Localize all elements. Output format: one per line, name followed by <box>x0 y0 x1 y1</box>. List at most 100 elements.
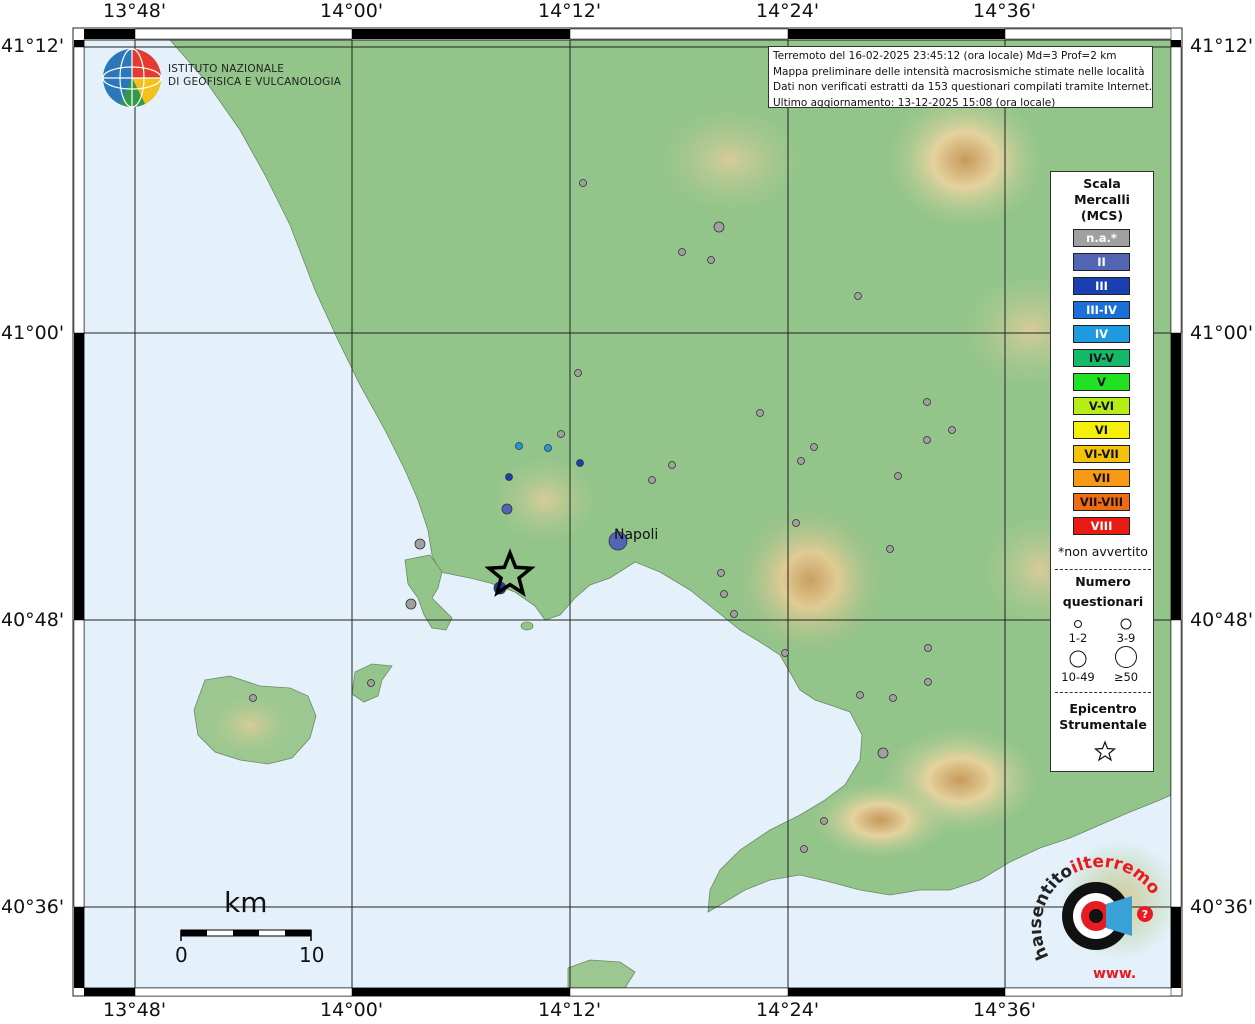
lat-label-left-2: 41°00' <box>1 322 65 344</box>
event-info-box: Terremoto del 16-02-2025 23:45:12 (ora l… <box>768 46 1153 108</box>
point-na <box>886 545 894 553</box>
legend-note: *non avvertito <box>1058 544 1148 559</box>
lon-label-top-1: 13°48' <box>103 0 167 22</box>
legend-star-icon <box>1093 740 1117 762</box>
legend-swatch-iv-v: IV-V <box>1073 349 1130 367</box>
legend-title: Scala Mercalli (MCS) <box>1051 176 1153 224</box>
lon-label-top-5: 14°36' <box>973 0 1037 22</box>
legend-title-line3: (MCS) <box>1080 208 1124 223</box>
point-na <box>923 436 931 444</box>
city-label-napoli: Napoli <box>614 527 659 543</box>
point-iv <box>515 442 523 450</box>
lon-label-top-3: 14°12' <box>538 0 602 22</box>
legend-count-title2: questionari <box>1062 594 1144 609</box>
point-na <box>720 590 728 598</box>
point-na <box>889 694 897 702</box>
legend-title-line2: Mercalli <box>1074 192 1130 207</box>
legend-swatch-vii-viii: VII-VIII <box>1073 493 1130 511</box>
lat-label-right-2: 41°00' <box>1190 322 1254 344</box>
ingv-logo-line2: DI GEOFISICA E VULCANOLOGIA <box>168 76 342 88</box>
lat-label-right-1: 41°12' <box>1190 35 1254 57</box>
point-na <box>668 461 676 469</box>
legend-epicenter-title2: Strumentale <box>1059 717 1147 732</box>
point-na <box>924 678 932 686</box>
point-na <box>405 598 417 610</box>
lat-label-left-4: 40°36' <box>1 896 65 918</box>
point-na <box>877 747 889 759</box>
point-na <box>648 476 656 484</box>
point-na <box>557 430 565 438</box>
legend-size-2: 3-9 <box>1116 631 1136 645</box>
point-na <box>707 256 715 264</box>
legend-separator <box>1055 569 1151 570</box>
point-na <box>781 649 789 657</box>
point-na <box>800 845 808 853</box>
lon-label-bottom-2: 14°00' <box>320 999 384 1021</box>
lon-label-bottom-5: 14°36' <box>973 999 1037 1021</box>
point-na <box>579 179 587 187</box>
point-na <box>414 538 426 550</box>
lat-label-right-4: 40°36' <box>1190 896 1254 918</box>
lon-label-top-4: 14°24' <box>756 0 820 22</box>
legend-swatch-v: V <box>1073 373 1130 391</box>
legend-swatch-vi: VI <box>1073 421 1130 439</box>
vesuvio-relief <box>730 500 890 660</box>
lat-label-right-3: 40°48' <box>1190 609 1254 631</box>
point-ii <box>501 503 513 515</box>
point-na <box>717 569 725 577</box>
lon-label-bottom-1: 13°48' <box>103 999 167 1021</box>
point-na <box>856 691 864 699</box>
mcs-legend: Scala Mercalli (MCS) n.a.* II III III-IV IV I… <box>1050 171 1154 772</box>
point-na <box>854 292 862 300</box>
legend-swatch-viii: VIII <box>1073 517 1130 535</box>
point-na <box>948 426 956 434</box>
legend-count-title1: Numero <box>1075 574 1131 589</box>
point-na <box>249 694 257 702</box>
event-info-line3: Dati non verificati estratti da 153 ques… <box>773 81 1153 93</box>
lon-label-bottom-3: 14°12' <box>538 999 602 1021</box>
point-na <box>810 443 818 451</box>
legend-swatch-iii: III <box>1073 277 1130 295</box>
point-na <box>713 221 725 233</box>
legend-separator <box>1055 692 1151 693</box>
scale-bar-min: 0 <box>175 943 188 967</box>
point-na <box>797 457 805 465</box>
event-info-line4: Ultimo aggiornamento: 13-12-2025 15:08 (… <box>773 96 1056 108</box>
lat-label-left-3: 40°48' <box>1 609 65 631</box>
legend-swatch-n-a: n.a.* <box>1073 229 1130 247</box>
event-info-line2: Mappa preliminare delle intensità macros… <box>773 65 1145 78</box>
scale-bar-max: 10 <box>299 943 325 967</box>
point-na <box>678 248 686 256</box>
svg-text:haisentitoilterremoto.it: haisentitoilterremoto.it <box>1031 851 1161 963</box>
legend-swatch-v-vi: V-VI <box>1073 397 1130 415</box>
legend-swatch-iii-iv: III-IV <box>1073 301 1130 319</box>
legend-swatch-vii: VII <box>1073 469 1130 487</box>
lat-label-left-1: 41°12' <box>1 35 65 57</box>
legend-swatch-ii: II <box>1073 253 1130 271</box>
lon-label-bottom-4: 14°24' <box>756 999 820 1021</box>
event-info-line1: Terremoto del 16-02-2025 23:45:12 (ora l… <box>773 50 1117 62</box>
legend-swatch-vi-vii: VI-VII <box>1073 445 1130 463</box>
ingv-logo-line1: ISTITUTO NAZIONALE <box>168 63 285 75</box>
point-iii <box>576 459 584 467</box>
lon-label-top-2: 14°00' <box>320 0 384 22</box>
legend-epicenter-title1: Epicentro <box>1069 701 1137 716</box>
point-na <box>367 679 375 687</box>
ingv-logo-text: ISTITUTO NAZIONALE DI GEOFISICA E VULCAN… <box>168 63 341 89</box>
point-na <box>730 610 738 618</box>
point-na <box>923 398 931 406</box>
hsit-text-3: www. <box>1093 966 1136 981</box>
point-na <box>820 817 828 825</box>
hsit-text-1: haisentito <box>1031 861 1076 963</box>
point-na <box>792 519 800 527</box>
point-na <box>756 409 764 417</box>
legend-size-4: ≥50 <box>1113 670 1139 684</box>
point-iii <box>505 473 513 481</box>
point-na <box>574 369 582 377</box>
point-na <box>924 644 932 652</box>
point-iv <box>544 444 552 452</box>
point-na <box>894 472 902 480</box>
ingv-logo <box>102 48 162 108</box>
legend-size-1: 1-2 <box>1068 631 1088 645</box>
legend-size-3: 10-49 <box>1061 670 1095 684</box>
